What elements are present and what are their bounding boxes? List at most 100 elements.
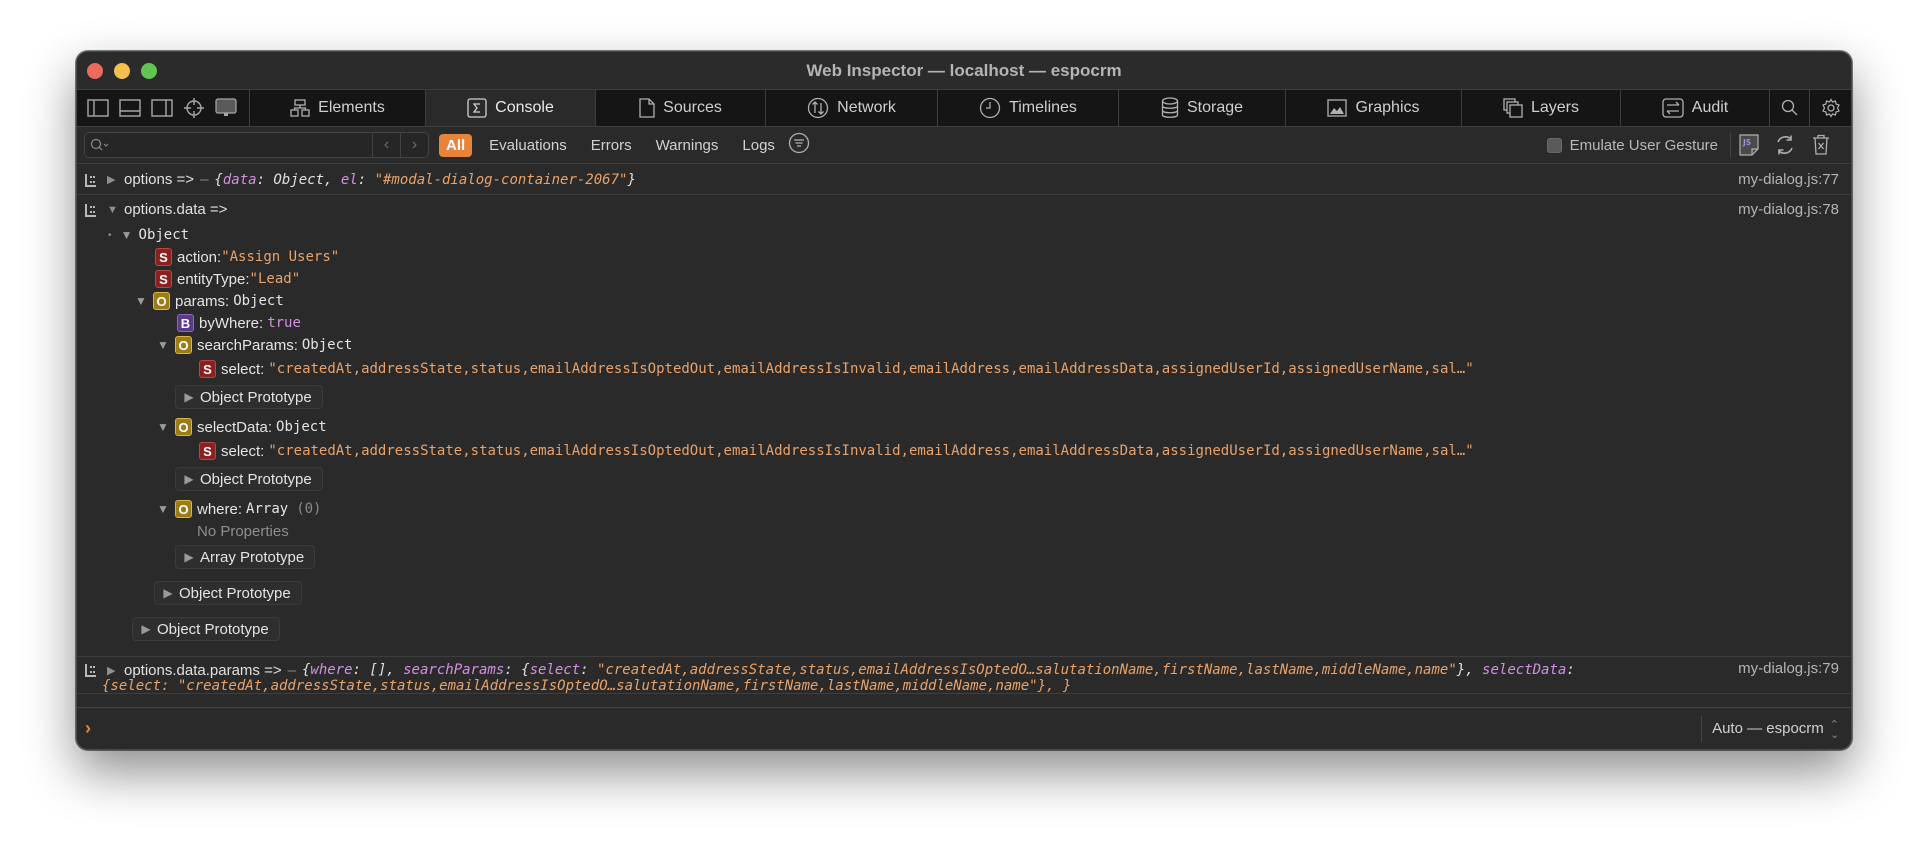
settings-tab-button[interactable] [1810,90,1851,126]
web-inspector-window: Web Inspector — localhost — espocrm Elem… [76,51,1852,750]
object-prototype-toggle[interactable]: ▶ Object Prototype [175,385,323,409]
tab-audit[interactable]: Audit [1621,90,1770,126]
dock-controls [77,90,250,126]
console-tools: Emulate User Gesture JS [1546,133,1851,157]
filter-errors[interactable]: Errors [584,134,639,157]
source-link[interactable]: my-dialog.js:79 [1726,660,1839,677]
prompt-caret-icon: › [85,718,91,738]
object-prototype-row: ▶ Object Prototype [77,578,1851,608]
console-filter-bar: ‹ › All Evaluations Errors Warnings Logs… [77,127,1851,164]
source-link[interactable]: my-dialog.js:78 [1738,201,1839,218]
tree-root[interactable]: • ▼ Object [77,224,1851,246]
expand-triangle-icon: ▶ [184,390,194,404]
tab-storage[interactable]: Storage [1119,90,1286,126]
inspect-crosshair-icon[interactable] [182,97,206,119]
filter-evaluations[interactable]: Evaluations [482,134,574,157]
collapse-triangle-icon[interactable]: ▼ [156,502,170,516]
tab-label: Elements [318,99,385,116]
console-icon [467,98,487,118]
tab-label: Sources [663,99,722,116]
object-preview[interactable]: {where: [], searchParams: {select: "crea… [302,662,1575,678]
emulate-user-gesture-toggle[interactable]: Emulate User Gesture [1546,133,1731,157]
storage-icon [1161,97,1179,118]
property-select-data[interactable]: ▼ O selectData: Object [77,416,1851,438]
property-select-data-select: S select: "createdAt,addressState,status… [77,438,1851,464]
array-prototype-toggle[interactable]: ▶ Array Prototype [175,545,316,569]
object-prototype-toggle[interactable]: ▶ Object Prototype [154,581,302,605]
property-search-params[interactable]: ▼ O searchParams: Object [77,334,1851,356]
device-screen-icon[interactable] [214,97,238,119]
tab-label: Network [837,99,896,116]
property-entity-type: S entityType: "Lead" [77,268,1851,290]
array-prototype-row: ▶ Array Prototype [77,542,1851,572]
tab-network[interactable]: Network [766,90,938,126]
collapse-triangle-icon[interactable]: ▼ [120,228,134,242]
object-preview[interactable]: {data: Object, el: "#modal-dialog-contai… [214,172,635,188]
collapse-triangle-icon[interactable]: ▼ [156,338,170,352]
tab-label: Graphics [1355,99,1420,116]
elements-icon [290,99,310,117]
string-type-icon: S [155,270,172,288]
reload-icon[interactable] [1767,134,1803,156]
expand-triangle-icon: ▶ [184,550,194,564]
dock-left-icon[interactable] [86,97,110,119]
search-tab-button[interactable] [1770,90,1810,126]
tab-label: Console [495,99,554,116]
filter-logs[interactable]: Logs [735,134,782,157]
next-match-button[interactable]: › [400,133,428,157]
console-messages: ▶ options => – {data: Object, el: "#moda… [77,165,1851,708]
previous-match-button[interactable]: ‹ [372,133,400,157]
object-prototype-row: ▶ Object Prototype [77,614,1851,644]
tab-layers[interactable]: Layers [1462,90,1621,126]
object-prototype-toggle[interactable]: ▶ Object Prototype [175,467,323,491]
tab-sources[interactable]: Sources [596,90,766,126]
collapse-triangle-icon[interactable]: ▼ [156,420,170,434]
audit-icon [1662,98,1684,118]
message-label: options => [124,171,195,188]
tab-elements[interactable]: Elements [250,90,426,126]
tab-label: Layers [1530,99,1580,116]
console-prompt-input[interactable] [101,720,1702,737]
source-link[interactable]: my-dialog.js:77 [1738,171,1839,188]
tab-graphics[interactable]: Graphics [1286,90,1462,126]
chevron-up-down-icon: ⌃ ⌃ [1829,718,1839,739]
log-message-icon [85,663,99,677]
expand-triangle-icon: ▶ [141,622,151,636]
dock-right-icon[interactable] [150,97,174,119]
collapse-triangle-icon[interactable]: ▼ [134,294,148,308]
expand-triangle-icon: ▶ [184,472,194,486]
log-message-icon [85,203,99,217]
tab-console[interactable]: Console [426,90,596,126]
emulate-user-gesture-checkbox[interactable] [1546,137,1562,153]
filter-warnings[interactable]: Warnings [649,134,726,157]
javascript-snippet-icon[interactable]: JS [1731,134,1767,156]
console-search-input[interactable] [115,133,372,157]
clear-console-icon[interactable] [1803,134,1839,156]
tab-timelines[interactable]: Timelines [938,90,1119,126]
console-prompt: › Auto — espocrm ⌃ ⌃ [77,707,1851,749]
collapse-triangle-icon[interactable]: ▼ [107,204,119,216]
title-bar: Web Inspector — localhost — espocrm [77,52,1851,89]
dock-bottom-icon[interactable] [118,97,142,119]
search-icon [1781,99,1797,116]
network-icon [808,97,829,119]
property-where[interactable]: ▼ O where: Array (0) [77,498,1851,520]
object-type-icon: O [175,336,192,354]
property-params[interactable]: ▼ O params: Object [77,290,1851,312]
property-action: S action: "Assign Users" [77,246,1851,268]
filter-options-icon[interactable] [788,132,810,159]
execution-context-selector[interactable]: Auto — espocrm ⌃ ⌃ [1701,715,1851,742]
message-label: options.data.params => [124,661,282,679]
console-message: ▶ options => – {data: Object, el: "#moda… [77,165,1851,195]
object-prototype-toggle[interactable]: ▶ Object Prototype [132,617,280,641]
message-separator: – [200,171,209,188]
log-message-icon [85,173,99,187]
expand-triangle-icon[interactable]: ▶ [107,664,119,677]
boolean-type-icon: B [177,314,194,332]
gear-icon [1821,98,1840,118]
tab-label: Timelines [1009,99,1077,116]
filter-all[interactable]: All [439,133,473,157]
tab-label: Audit [1691,99,1729,116]
expand-triangle-icon[interactable]: ▶ [107,173,119,186]
console-search-field[interactable]: ‹ › [84,132,429,158]
